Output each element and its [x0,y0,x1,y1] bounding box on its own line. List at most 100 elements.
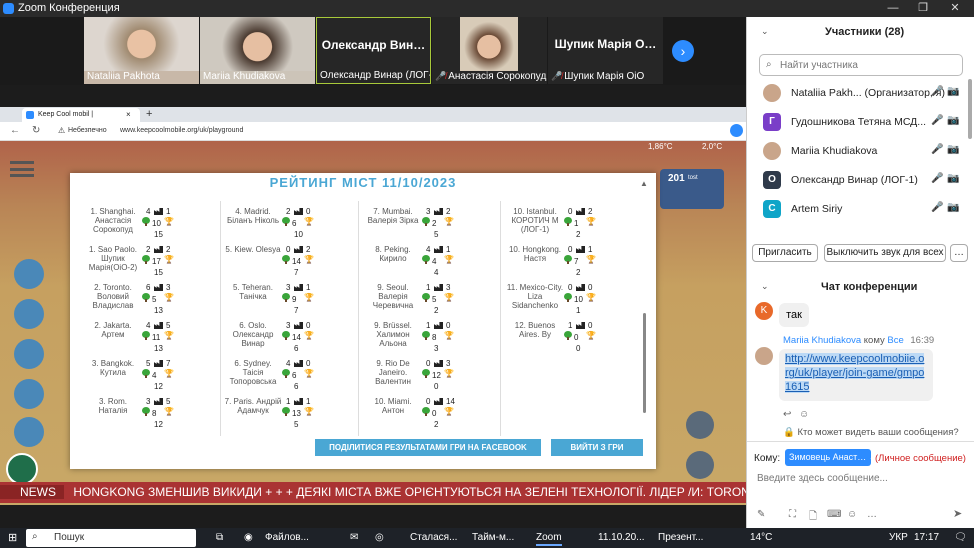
security-label[interactable]: Небезпечно [68,127,107,134]
city-stat-b: 0 [306,321,311,330]
lab-icon[interactable] [14,299,44,329]
microphone-icon[interactable]: 🎤 [931,115,943,126]
mute-all-button[interactable]: Выключить звук для всех [824,244,946,262]
next-videos-button[interactable]: › [672,40,694,62]
url-field[interactable]: www.keepcoolmobile.org/uk/playground [120,127,243,134]
camera-icon[interactable]: 📷 [947,173,959,184]
video-tile[interactable]: 🎤̸ Анастасія Сорокопуд [432,17,547,84]
pencil-icon[interactable] [6,453,38,485]
language-indicator[interactable]: УКР [889,530,908,546]
send-icon[interactable]: ➤ [953,507,962,520]
city-rating-modal: РЕЙТИНГ МІСТ 11/10/2023 ▲ 1. Shanghai. А… [70,173,656,469]
windows-start-icon[interactable]: ⊞ [8,530,17,546]
code-icon[interactable]: ⌨ [827,509,841,520]
taskbar-app[interactable]: Тайм-м... [472,530,514,546]
browser-tab[interactable]: Keep Cool mobil | × [22,108,140,122]
participant-row[interactable]: C Artem Siriy 🎤 📷 [747,195,967,224]
participant-row[interactable]: Г Гудошникова Тетяна МСД... 🎤 📷 [747,108,967,137]
emoji-reaction-icon[interactable]: ☺ [799,409,809,420]
new-tab-button[interactable]: + [146,107,152,121]
participant-row[interactable]: Nataliia Pakh... (Организатор, я) 🎤 📷 [747,79,967,108]
city-stat-c: 6 [292,371,297,380]
city-stat-b: 0 [588,283,593,292]
globe-icon[interactable] [14,259,44,289]
more-chat-icon[interactable]: … [867,509,877,520]
edge-copilot-icon[interactable] [730,124,743,137]
mic-off-icon: 🎤̸ [551,71,563,81]
taskbar-app[interactable]: 11.10.20... [598,530,645,546]
screenshot-icon[interactable]: ⛶ [789,509,796,520]
factory-icon [434,398,443,405]
reply-icon[interactable]: ↩ [783,409,791,420]
chat-link[interactable]: http://www.keepcoolmobiie.org/uk/player/… [785,353,925,393]
more-options-button[interactable]: … [950,244,968,262]
participant-row[interactable]: Mariia Khudiakova 🎤 📷 [747,137,967,166]
chart-icon[interactable] [14,379,44,409]
reload-icon[interactable]: ↻ [32,125,40,136]
city-stat-c: 9 [292,295,297,304]
city-stat-d: 0 [434,382,439,391]
close-tab-icon[interactable]: × [126,108,131,122]
exit-game-button[interactable]: ВИЙТИ З ГРИ [551,439,643,456]
city-stat-d: 12 [154,420,163,429]
camera-icon[interactable]: 📷 [947,202,959,213]
file-icon[interactable]: 🗋 [809,509,817,526]
microphone-icon[interactable]: 🎤 [931,173,943,184]
city-stat-b: 0 [588,321,593,330]
format-icon[interactable]: ✎ [757,509,765,520]
participant-search[interactable]: ⌕ Найти участника [759,54,963,76]
recipient-select[interactable]: Зимовець Анаст… ⌄ [785,449,871,466]
microphone-icon[interactable]: 🎤 [931,202,943,213]
camera-icon[interactable]: 📷 [947,115,959,126]
participant-row[interactable]: О Олександр Винар (ЛОГ-1) 🎤 📷 [747,166,967,195]
modal-scrollbar[interactable] [643,313,646,413]
edge-icon[interactable]: ◉ [244,530,253,546]
video-tile[interactable]: Mariia Khudiakova [200,17,315,84]
privacy-note[interactable]: 🔒 Кто может видеть ваши сообщения? [783,427,959,438]
collapse-participants-icon[interactable]: ⌄ [761,26,769,37]
task-view-icon[interactable]: ⧉ [216,530,223,546]
maximize-button[interactable]: ❐ [908,0,938,17]
browser-tab-bar: Keep Cool mobil | × + [0,107,746,122]
invite-button[interactable]: Пригласить [752,244,818,262]
share-facebook-button[interactable]: ПОДІЛИТИСЯ РЕЗУЛЬТАТАМИ ГРИ НА FACEBOOK [315,439,541,456]
hamburger-menu-icon[interactable] [10,161,34,177]
camera-icon[interactable]: 📷 [947,86,959,97]
document-icon[interactable] [14,417,44,447]
video-big-name: Олександр Вин… [321,38,426,52]
chat-input[interactable]: Введите здесь сообщение... [757,473,888,484]
chrome-icon[interactable]: ◎ [375,530,384,546]
city-stat-d: 7 [294,268,299,277]
camera-icon[interactable]: 📷 [947,144,959,155]
close-window-button[interactable]: ✕ [940,0,970,17]
taskbar-app[interactable]: Файлов... [265,530,309,546]
chat-bubble-icon[interactable] [686,411,714,439]
video-tile-active[interactable]: Олександр Вин… Олександр Винар (ЛОГ-1) [316,17,431,84]
taskbar-search[interactable]: ⌕ Пошук [26,529,196,547]
minimize-button[interactable]: — [878,0,908,17]
collapse-chat-icon[interactable]: ⌄ [761,281,769,292]
clock[interactable]: 17:17 [914,530,939,546]
taskbar-weather[interactable]: 14°C [750,530,772,546]
city-stat-a: 2 [286,207,291,216]
video-big-name: Шупик Марія О… [554,37,657,51]
factory-icon [154,360,163,367]
microphone-icon[interactable]: 🎤 [931,86,943,97]
taskbar-app[interactable]: Zoom [536,530,562,546]
city-stat-a: 4 [146,207,151,216]
modal-scroll-up-icon[interactable]: ▲ [640,179,648,188]
back-icon[interactable]: ← [10,125,20,136]
video-feed [84,17,199,71]
world-icon[interactable] [686,451,714,479]
taskbar-app[interactable]: Сталася... [410,530,457,546]
participant-scrollbar[interactable] [968,79,972,139]
mail-icon[interactable]: ✉ [350,530,358,546]
city-stat-a: 1 [286,397,291,406]
video-tile[interactable]: Nataliia Pakhota [84,17,199,84]
people-icon[interactable] [14,339,44,369]
microphone-icon[interactable]: 🎤 [931,144,943,155]
taskbar-app[interactable]: Презент... [658,530,703,546]
notifications-icon[interactable]: 🗨 [954,530,967,546]
emoji-icon[interactable]: ☺ [847,509,857,520]
video-tile[interactable]: Шупик Марія О… 🎤̸ Шупик Марія ОіО [548,17,663,84]
